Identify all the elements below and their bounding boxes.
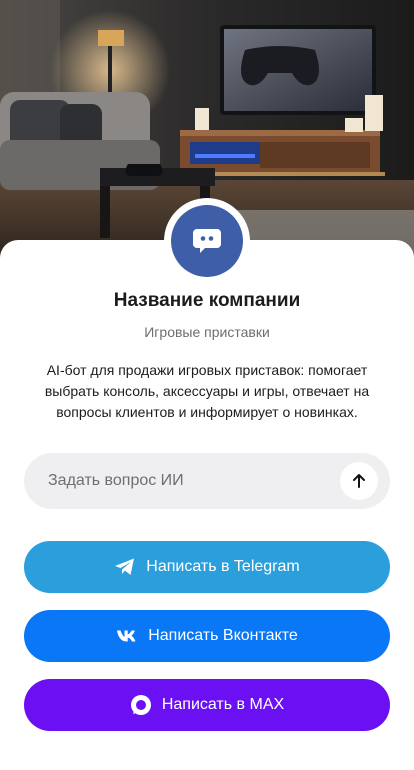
telegram-icon bbox=[114, 557, 136, 577]
send-button[interactable] bbox=[340, 462, 378, 500]
max-button-label: Написать в MAX bbox=[161, 696, 285, 713]
max-button[interactable]: Написать в MAX bbox=[24, 679, 390, 731]
company-category: Игровые приставки bbox=[144, 324, 270, 340]
vk-button-label: Написать Вконтакте bbox=[148, 627, 298, 644]
ask-ai-input[interactable] bbox=[48, 453, 348, 509]
bot-icon bbox=[193, 229, 221, 253]
telegram-button[interactable]: Написать в Telegram bbox=[24, 541, 390, 593]
arrow-up-icon bbox=[353, 474, 365, 488]
avatar-ring bbox=[164, 198, 250, 284]
telegram-button-label: Написать в Telegram bbox=[146, 558, 300, 575]
ask-ai-field bbox=[24, 453, 390, 509]
company-description: AI-бот для продажи игровых приставок: по… bbox=[44, 362, 370, 420]
vk-button[interactable]: Написать Вконтакте bbox=[24, 610, 390, 662]
avatar bbox=[171, 205, 243, 277]
company-name: Название компании bbox=[113, 290, 301, 311]
max-icon bbox=[130, 694, 152, 716]
vk-icon bbox=[116, 629, 138, 643]
